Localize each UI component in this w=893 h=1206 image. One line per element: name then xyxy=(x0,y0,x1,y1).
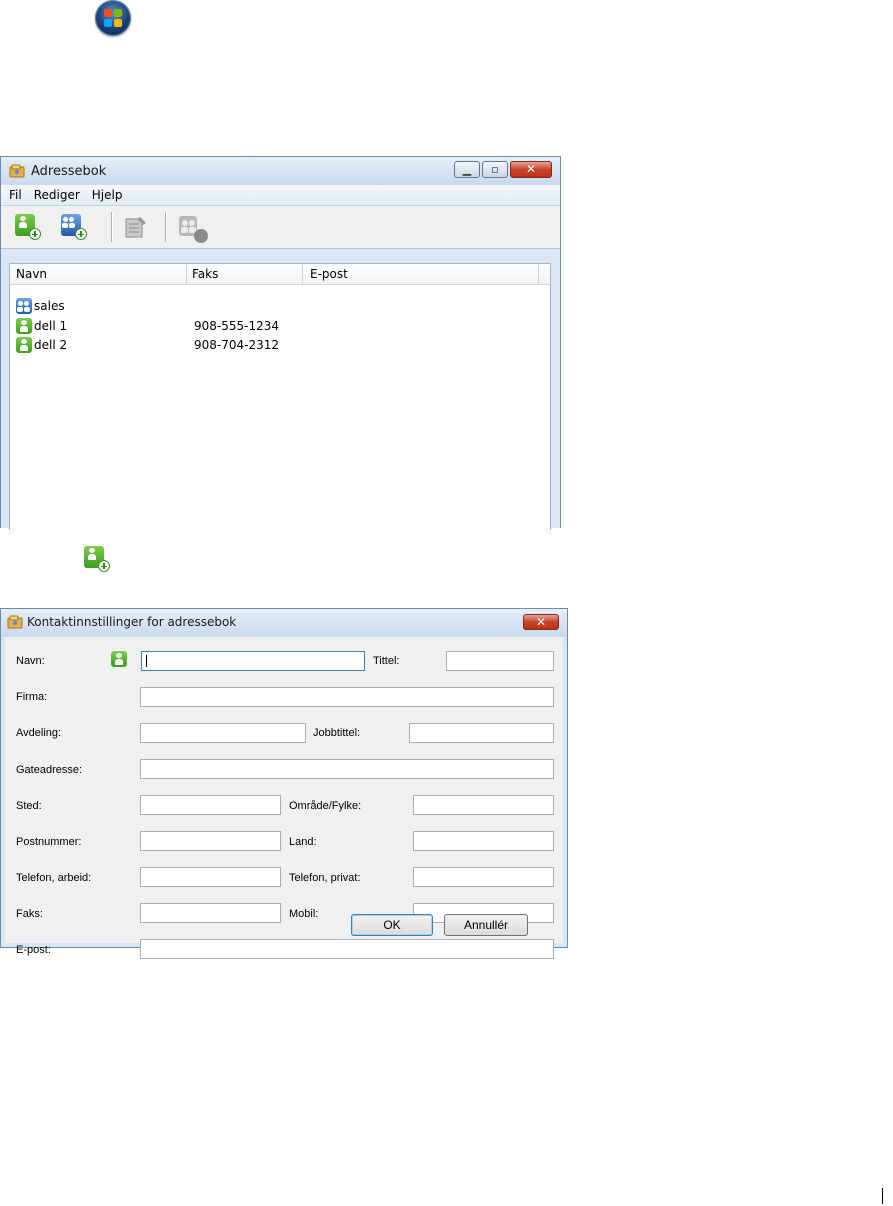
contact-list: Navn Faks E-post sales dell 1 908-555-12… xyxy=(9,263,551,530)
delete-contact-button[interactable] xyxy=(177,214,208,244)
close-icon: ✕ xyxy=(525,162,537,176)
properties-icon xyxy=(125,217,146,238)
new-contact-button[interactable] xyxy=(15,214,45,244)
windows-start-orb-icon[interactable] xyxy=(95,0,131,36)
label-mobil: Mobil: xyxy=(289,908,319,920)
postnummer-input[interactable] xyxy=(140,831,281,851)
tittel-input[interactable] xyxy=(446,651,554,671)
telefon-privat-input[interactable] xyxy=(413,867,554,887)
window-title: Adressebok xyxy=(31,164,107,179)
label-postnummer: Postnummer: xyxy=(16,836,82,848)
gateadresse-input[interactable] xyxy=(140,759,554,779)
maximize-button[interactable]: ▫ xyxy=(482,161,508,178)
plus-icon xyxy=(75,228,87,240)
dialog-close-button[interactable]: ✕ xyxy=(523,614,559,630)
label-tittel: Tittel: xyxy=(373,655,400,667)
list-item[interactable]: dell 1 xyxy=(16,317,67,335)
contact-settings-dialog: Kontaktinnstillinger for adressebok ✕ Na… xyxy=(0,608,568,959)
toolbar-separator xyxy=(165,212,167,242)
menu-rediger[interactable]: Rediger xyxy=(34,188,80,202)
dialog-title: Kontaktinnstillinger for adressebok xyxy=(27,615,237,629)
jobbtittel-input[interactable] xyxy=(409,723,554,743)
label-jobbtittel: Jobbtittel: xyxy=(313,727,361,739)
group-icon xyxy=(16,298,32,314)
contact-icon xyxy=(16,337,32,353)
epost-input[interactable] xyxy=(140,939,554,959)
column-header-navn[interactable]: Navn xyxy=(16,267,47,281)
list-item[interactable]: sales xyxy=(16,297,65,315)
dialog-titlebar[interactable]: Kontaktinnstillinger for adressebok ✕ xyxy=(1,609,567,637)
dialog-body: Navn: Tittel: Firma: Avdeling: Jobbtitte… xyxy=(5,637,563,959)
label-telefon-arbeid: Telefon, arbeid: xyxy=(16,872,92,884)
menu-fil[interactable]: Fil xyxy=(9,188,22,202)
list-item-fax: 908-555-1234 xyxy=(194,319,280,333)
properties-button[interactable] xyxy=(123,214,153,244)
delete-contact-icon xyxy=(179,216,208,243)
maximize-icon: ▫ xyxy=(491,163,499,176)
text-cursor-mark xyxy=(882,1188,883,1204)
label-gateadresse: Gateadresse: xyxy=(16,764,83,776)
label-telefon-privat: Telefon, privat: xyxy=(289,872,361,884)
minimize-icon: ▁ xyxy=(462,163,472,176)
list-item-fax: 908-704-2312 xyxy=(194,338,280,352)
menu-bar: Fil Rediger Hjelp xyxy=(1,185,560,206)
toolbar xyxy=(1,206,560,249)
label-epost: E-post: xyxy=(16,944,51,956)
label-navn: Navn: xyxy=(16,655,45,667)
column-header-epost[interactable]: E-post xyxy=(310,267,348,281)
omrade-input[interactable] xyxy=(413,795,554,815)
address-book-window: Adressebok ▁ ▫ ✕ Fil Rediger Hjelp Navn … xyxy=(0,156,561,530)
label-land: Land: xyxy=(289,836,317,848)
label-omrade: Område/Fylke: xyxy=(289,800,362,812)
label-sted: Sted: xyxy=(16,800,42,812)
contact-icon xyxy=(111,651,127,667)
new-contact-step-icon xyxy=(82,546,112,576)
label-faks: Faks: xyxy=(16,908,43,920)
new-group-button[interactable] xyxy=(61,214,91,244)
address-book-icon xyxy=(7,615,23,629)
address-book-icon xyxy=(9,164,25,178)
list-item-name: dell 2 xyxy=(34,338,68,352)
cancel-button[interactable]: Annullér xyxy=(444,914,528,936)
ok-button[interactable]: OK xyxy=(351,914,433,936)
label-firma: Firma: xyxy=(16,691,48,703)
navn-input[interactable] xyxy=(141,651,365,671)
sted-input[interactable] xyxy=(140,795,281,815)
menu-hjelp[interactable]: Hjelp xyxy=(92,188,123,202)
list-item-name: dell 1 xyxy=(34,319,68,333)
minimize-button[interactable]: ▁ xyxy=(454,161,480,178)
plus-icon xyxy=(98,560,110,572)
list-header: Navn Faks E-post xyxy=(10,264,550,285)
land-input[interactable] xyxy=(413,831,554,851)
plus-icon xyxy=(29,228,41,240)
list-item[interactable]: dell 2 xyxy=(16,336,67,354)
faks-input[interactable] xyxy=(140,903,281,923)
close-button[interactable]: ✕ xyxy=(510,161,552,178)
firma-input[interactable] xyxy=(140,687,554,707)
telefon-arbeid-input[interactable] xyxy=(140,867,281,887)
contact-icon xyxy=(16,318,32,334)
toolbar-separator xyxy=(111,212,113,242)
list-item-name: sales xyxy=(34,299,65,313)
close-icon: ✕ xyxy=(535,615,547,629)
avdeling-input[interactable] xyxy=(140,723,306,743)
label-avdeling: Avdeling: xyxy=(16,727,62,739)
windows-flag-icon xyxy=(104,9,122,27)
column-header-faks[interactable]: Faks xyxy=(192,267,218,281)
address-book-titlebar[interactable]: Adressebok ▁ ▫ ✕ xyxy=(1,157,560,185)
